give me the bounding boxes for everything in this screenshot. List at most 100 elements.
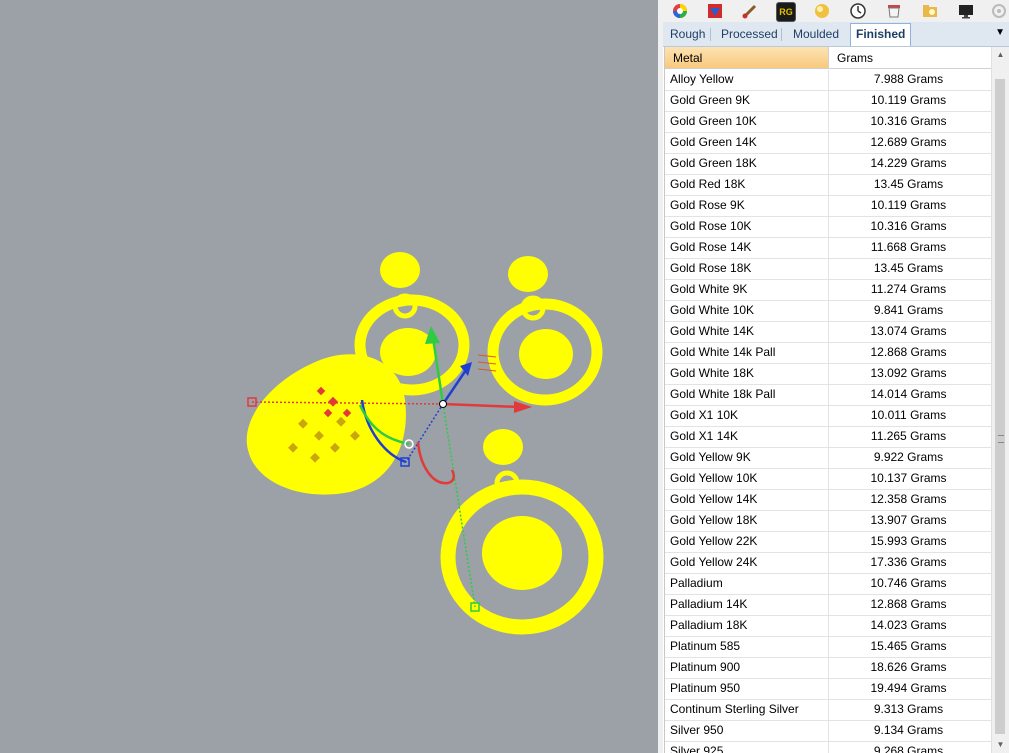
column-header-grams[interactable]: Grams (829, 47, 992, 69)
tab-moulded[interactable]: Moulded (788, 25, 844, 44)
metal-cell: Gold Green 14K (670, 135, 757, 149)
clock-icon[interactable] (849, 2, 867, 20)
metal-cell: Gold Red 18K (670, 177, 746, 191)
table-row[interactable]: Gold Green 14K 12.689 Grams (665, 133, 992, 154)
grams-cell: 10.119 Grams (870, 198, 947, 212)
scroll-down-button[interactable]: ▼ (992, 737, 1009, 753)
table-row[interactable]: Gold Green 9K 10.119 Grams (665, 91, 992, 112)
table-row[interactable]: Gold Green 10K 10.316 Grams (665, 112, 992, 133)
column-header-metal[interactable]: Metal (665, 47, 829, 69)
tab-menu-dropdown[interactable]: ▼ (995, 27, 1005, 38)
table-row[interactable]: Gold White 14K 13.074 Grams (665, 322, 992, 343)
table-row[interactable]: Platinum 950 19.494 Grams (665, 679, 992, 700)
grams-cell: 11.668 Grams (870, 240, 947, 254)
table-row[interactable]: Platinum 585 15.465 Grams (665, 637, 992, 658)
jewelry-model-render[interactable] (0, 0, 658, 753)
grams-cell: 10.137 Grams (870, 471, 947, 485)
y-axis-arrow[interactable] (431, 337, 445, 405)
panel-toolbar: RG (663, 0, 1009, 22)
gumball-center[interactable] (439, 400, 447, 408)
grams-cell: 13.45 Grams (873, 261, 944, 275)
metal-cell: Gold Rose 18K (670, 261, 752, 275)
grams-cell: 18.626 Grams (870, 660, 947, 674)
material-icon[interactable] (706, 2, 724, 20)
table-row[interactable]: Alloy Yellow 7.988 Grams (665, 70, 992, 91)
3d-viewport[interactable] (0, 0, 658, 753)
medallion-face (482, 516, 562, 590)
vertical-scrollbar[interactable]: ▲ ▼ (991, 47, 1009, 753)
tab-processed[interactable]: Processed (716, 25, 783, 44)
table-body: Alloy Yellow 7.988 Grams Gold Green 9K 10.1… (665, 70, 992, 753)
tab-bar: Rough Processed Moulded Finished ▼ (663, 22, 1009, 47)
grams-cell: 12.868 Grams (870, 345, 947, 359)
metal-cell: Gold Yellow 9K (670, 450, 751, 464)
table-row[interactable]: Platinum 900 18.626 Grams (665, 658, 992, 679)
table-row[interactable]: Gold Rose 14K 11.668 Grams (665, 238, 992, 259)
metal-cell: Gold Yellow 22K (670, 534, 758, 548)
table-row[interactable]: Silver 950 9.134 Grams (665, 721, 992, 742)
render-icon[interactable] (813, 2, 831, 20)
jar-icon[interactable] (885, 2, 903, 20)
z-axis-dotted (405, 403, 444, 463)
table-row[interactable]: Gold X1 10K 10.011 Grams (665, 406, 992, 427)
metal-cell: Gold Yellow 14K (670, 492, 758, 506)
table-row[interactable]: Gold White 18k Pall 14.014 Grams (665, 385, 992, 406)
grams-cell: 17.336 Grams (870, 555, 947, 569)
metal-cell: Platinum 585 (670, 639, 741, 653)
settings-icon[interactable] (990, 2, 1008, 20)
grams-cell: 11.265 Grams (870, 429, 947, 443)
grams-cell: 10.316 Grams (870, 219, 947, 233)
metal-cell: Gold Rose 10K (670, 219, 752, 233)
table-row[interactable]: Gold White 14k Pall 12.868 Grams (665, 343, 992, 364)
monitor-icon[interactable] (957, 2, 975, 20)
metal-cell: Gold Green 18K (670, 156, 757, 170)
tab-finished[interactable]: Finished (850, 23, 912, 46)
grams-cell: 12.689 Grams (870, 135, 947, 149)
metal-cell: Gold White 10K (670, 303, 755, 317)
table-row[interactable]: Gold Green 18K 14.229 Grams (665, 154, 992, 175)
grams-cell: 9.313 Grams (873, 702, 944, 716)
scroll-thumb[interactable] (995, 79, 1005, 734)
metal-cell: Silver 925 (670, 744, 724, 753)
rg-icon[interactable]: RG (776, 2, 796, 22)
table-row[interactable]: Gold Yellow 10K 10.137 Grams (665, 469, 992, 490)
rotate-z-arc[interactable] (416, 441, 455, 485)
table-row[interactable]: Gold Yellow 9K 9.922 Grams (665, 448, 992, 469)
grams-cell: 10.316 Grams (870, 114, 947, 128)
brush-icon[interactable] (741, 2, 759, 20)
metal-cell: Gold Rose 14K (670, 240, 752, 254)
grams-cell: 14.014 Grams (870, 387, 947, 401)
table-header: Metal Grams (665, 47, 992, 70)
table-row[interactable]: Palladium 14K 12.868 Grams (665, 595, 992, 616)
color-wheel-icon[interactable] (671, 2, 689, 20)
table-row[interactable]: Gold Rose 18K 13.45 Grams (665, 259, 992, 280)
table-row[interactable]: Gold White 9K 11.274 Grams (665, 280, 992, 301)
metal-cell: Platinum 900 (670, 660, 741, 674)
table-row[interactable]: Gold Rose 9K 10.119 Grams (665, 196, 992, 217)
x-axis-arrow[interactable] (442, 402, 521, 409)
grams-cell: 19.494 Grams (870, 681, 947, 695)
table-row[interactable]: Silver 925 9.268 Grams (665, 742, 992, 753)
table-row[interactable]: Gold Yellow 24K 17.336 Grams (665, 553, 992, 574)
table-row[interactable]: Gold X1 14K 11.265 Grams (665, 427, 992, 448)
metal-cell: Silver 950 (670, 723, 724, 737)
table-row[interactable]: Gold Yellow 18K 13.907 Grams (665, 511, 992, 532)
grams-cell: 14.229 Grams (870, 156, 947, 170)
gem-folder-icon[interactable] (921, 2, 939, 20)
table-row[interactable]: Gold Yellow 22K 15.993 Grams (665, 532, 992, 553)
scroll-up-button[interactable]: ▲ (992, 47, 1009, 63)
bail-ring (483, 429, 523, 465)
metal-cell: Palladium 14K (670, 597, 748, 611)
table-row[interactable]: Palladium 18K 14.023 Grams (665, 616, 992, 637)
metal-cell: Gold Yellow 24K (670, 555, 758, 569)
table-row[interactable]: Gold White 18K 13.092 Grams (665, 364, 992, 385)
bail-ring (380, 252, 420, 288)
table-row[interactable]: Palladium 10.746 Grams (665, 574, 992, 595)
grams-cell: 11.274 Grams (870, 282, 947, 296)
table-row[interactable]: Gold White 10K 9.841 Grams (665, 301, 992, 322)
table-row[interactable]: Gold Red 18K 13.45 Grams (665, 175, 992, 196)
tab-rough[interactable]: Rough (665, 25, 710, 44)
table-row[interactable]: Continum Sterling Silver 9.313 Grams (665, 700, 992, 721)
table-row[interactable]: Gold Rose 10K 10.316 Grams (665, 217, 992, 238)
table-row[interactable]: Gold Yellow 14K 12.358 Grams (665, 490, 992, 511)
